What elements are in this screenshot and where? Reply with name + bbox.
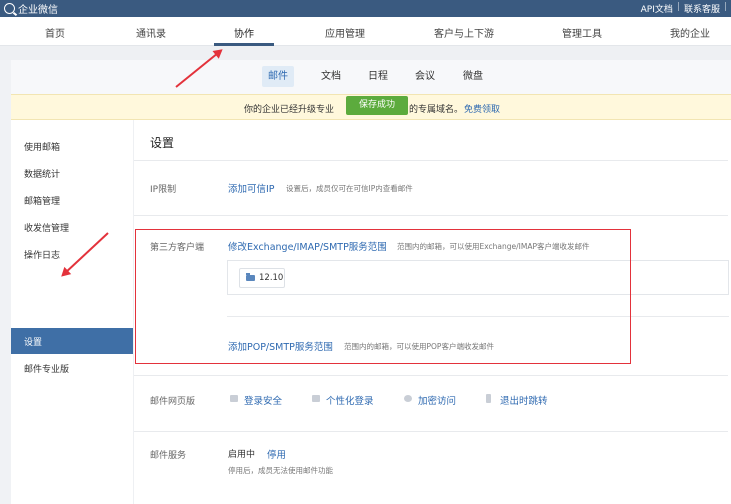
sidebar-item-use-mailbox[interactable]: 使用邮箱 bbox=[24, 140, 60, 153]
tab-meeting[interactable]: 会议 bbox=[409, 66, 441, 87]
nav-customers-partners[interactable]: 客户与上下游 bbox=[434, 25, 494, 40]
top-bar: 企业微信 API文档 | 联系客服 | bbox=[0, 0, 731, 17]
mail-service-label: 邮件服务 bbox=[150, 451, 187, 461]
sidebar-item-send-receive[interactable]: 收发信管理 bbox=[24, 221, 69, 234]
nav-my-company[interactable]: 我的企业 bbox=[670, 25, 710, 40]
app-name: 企业微信 bbox=[18, 5, 58, 16]
divider bbox=[134, 215, 728, 216]
divider: | bbox=[723, 2, 727, 12]
app-logo[interactable]: 企业微信 bbox=[4, 1, 58, 16]
personalized-login-link[interactable]: 个性化登录 bbox=[326, 393, 374, 407]
nav-management-tools[interactable]: 管理工具 bbox=[562, 25, 602, 40]
divider bbox=[134, 431, 728, 432]
banner-text-right: 的专属域名。 bbox=[409, 105, 464, 115]
save-success-toast: 保存成功 bbox=[346, 96, 408, 115]
nav-home[interactable]: 首页 bbox=[45, 25, 65, 40]
sidebar-item-logs[interactable]: 操作日志 bbox=[24, 248, 60, 261]
tab-drive[interactable]: 微盘 bbox=[457, 66, 489, 87]
divider: | bbox=[676, 2, 680, 12]
service-status: 启用中 bbox=[228, 450, 256, 460]
divider bbox=[134, 160, 728, 161]
webmail-label: 邮件网页版 bbox=[150, 397, 196, 407]
add-trusted-ip-link[interactable]: 添加可信IP bbox=[228, 181, 275, 195]
sidebar-item-settings[interactable]: 设置 bbox=[11, 328, 133, 354]
exit-icon bbox=[486, 394, 491, 403]
mail-sidebar: 使用邮箱 数据统计 邮箱管理 收发信管理 操作日志 设置 邮件专业版 bbox=[11, 120, 133, 504]
tab-calendar[interactable]: 日程 bbox=[362, 66, 394, 87]
disable-service-note: 停用后，成员无法使用邮件功能 bbox=[228, 466, 333, 475]
page-title: 设置 bbox=[150, 136, 175, 150]
sidebar-item-label: 设置 bbox=[24, 338, 43, 348]
sidebar-item-mailbox-management[interactable]: 邮箱管理 bbox=[24, 194, 60, 207]
sidebar-item-pro-edition[interactable]: 邮件专业版 bbox=[24, 362, 69, 375]
nav-app-management[interactable]: 应用管理 bbox=[325, 25, 365, 40]
divider bbox=[134, 375, 728, 376]
banner-text-left: 你的企业已经升级专业 bbox=[244, 105, 335, 115]
tab-mail[interactable]: 邮件 bbox=[262, 66, 294, 87]
ip-limit-label: IP限制 bbox=[150, 185, 177, 195]
logout-redirect-link[interactable]: 退出时跳转 bbox=[500, 393, 548, 407]
nav-contacts[interactable]: 通讯录 bbox=[136, 25, 166, 40]
main-nav: 首页 通讯录 协作 应用管理 客户与上下游 管理工具 我的企业 bbox=[0, 17, 731, 46]
contact-support-link[interactable]: 联系客服 bbox=[684, 2, 720, 15]
user-icon bbox=[312, 395, 320, 402]
encrypted-access-link[interactable]: 加密访问 bbox=[418, 393, 456, 407]
spacer bbox=[0, 46, 731, 60]
nav-collaboration[interactable]: 协作 bbox=[234, 25, 254, 40]
shield-icon bbox=[230, 395, 238, 402]
disable-service-link[interactable]: 停用 bbox=[267, 447, 286, 461]
sidebar-item-statistics[interactable]: 数据统计 bbox=[24, 167, 60, 180]
free-claim-link[interactable]: 免费领取 bbox=[464, 102, 500, 115]
sub-tabs: 邮件 文档 日程 会议 微盘 bbox=[11, 60, 731, 94]
api-docs-link[interactable]: API文档 bbox=[641, 2, 673, 15]
login-security-link[interactable]: 登录安全 bbox=[244, 393, 282, 407]
lock-icon bbox=[404, 395, 412, 402]
tab-docs[interactable]: 文档 bbox=[315, 66, 347, 87]
ip-limit-note: 设置后，成员仅可在可信IP内查看邮件 bbox=[286, 184, 413, 193]
wecom-logo-icon bbox=[4, 3, 15, 14]
highlight-box bbox=[135, 229, 631, 364]
